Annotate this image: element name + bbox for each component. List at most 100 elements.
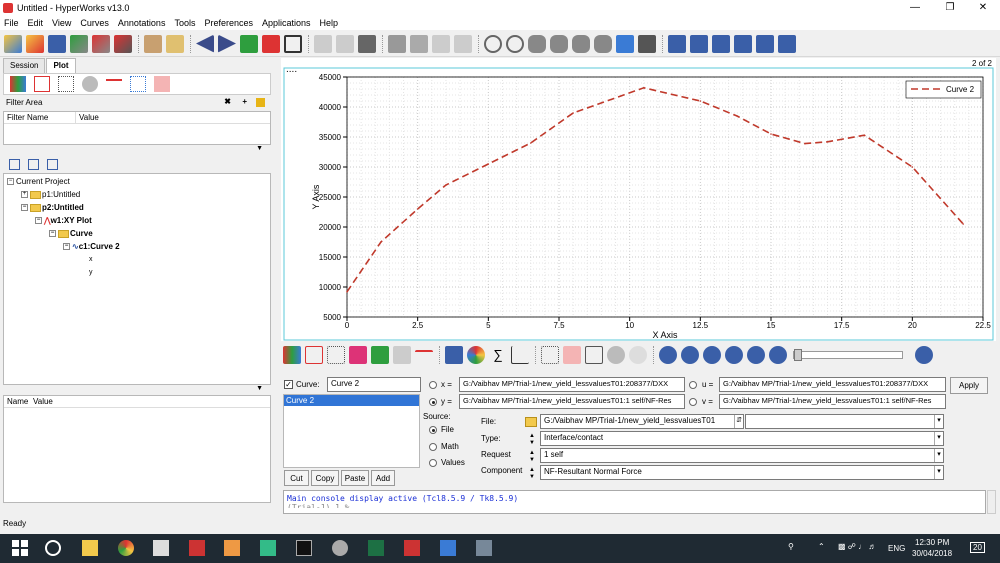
clock-time[interactable]: 12:30 PM — [915, 538, 949, 547]
datum-icon[interactable] — [58, 76, 74, 92]
show-hidden-icons-icon[interactable]: ⌃ — [818, 542, 825, 551]
add-curve-icon[interactable] — [371, 346, 389, 364]
clear-filter-icon[interactable]: ✖ — [224, 97, 231, 106]
menu-help[interactable]: Help — [320, 18, 339, 28]
slider-thumb[interactable] — [794, 349, 802, 361]
play-icon[interactable] — [725, 346, 743, 364]
previous-page-icon[interactable] — [196, 34, 214, 53]
color-icon[interactable] — [467, 346, 485, 364]
file-field[interactable]: G:/Vaibhav MP/Trial-1/new_yield_lessvalu… — [540, 414, 744, 429]
apply-button[interactable]: Apply — [950, 377, 988, 394]
page-layout-icon[interactable] — [284, 34, 302, 53]
animation-start-icon[interactable] — [659, 346, 677, 364]
file-explorer-icon[interactable] — [82, 540, 98, 556]
split-window-4-icon[interactable] — [734, 34, 752, 53]
step-back-icon[interactable] — [703, 346, 721, 364]
delete-page-icon[interactable] — [262, 34, 280, 53]
minimize-button[interactable]: — — [900, 0, 930, 16]
tcl-console[interactable]: Main console display active (Tcl8.5.9 / … — [283, 490, 986, 514]
curve-attributes-icon[interactable] — [327, 346, 345, 364]
save-icon[interactable] — [48, 34, 66, 53]
define-curves-icon[interactable] — [305, 346, 323, 364]
curve-list-item[interactable]: Curve 2 — [284, 395, 419, 406]
copy-button[interactable]: Copy — [311, 470, 339, 486]
file-history-dropdown[interactable]: ▾ — [745, 414, 944, 429]
measure-icon[interactable] — [594, 34, 612, 53]
curve-checkbox[interactable]: ✓ — [284, 380, 293, 389]
notes-icon[interactable] — [616, 34, 634, 53]
xy-plot[interactable]: .... 0 2.5 5 7.5 10 12.5 15 17.5 20 22.5 5000 10000 1… — [281, 58, 996, 341]
notification-icon[interactable]: 20 — [970, 542, 985, 553]
close-button[interactable]: ✕ — [968, 0, 998, 16]
split-window-3-icon[interactable] — [712, 34, 730, 53]
import-icon[interactable] — [70, 34, 88, 53]
menu-preferences[interactable]: Preferences — [204, 18, 253, 28]
chrome-icon[interactable] — [118, 540, 134, 556]
add-button[interactable]: Add — [371, 470, 395, 486]
statistics-icon[interactable]: ∑ — [489, 346, 507, 364]
notes-tool-icon[interactable] — [607, 346, 625, 364]
datum-lines-icon[interactable] — [445, 346, 463, 364]
split-window-5-icon[interactable] — [756, 34, 774, 53]
animation-slider[interactable] — [793, 349, 903, 361]
menu-edit[interactable]: Edit — [28, 18, 44, 28]
source-file-radio[interactable] — [429, 426, 437, 434]
zoom-fit-icon[interactable] — [506, 34, 524, 53]
plot-browser-icon[interactable] — [10, 76, 26, 92]
split-window-2-icon[interactable] — [690, 34, 708, 53]
add-filter-icon[interactable]: + — [242, 97, 247, 106]
u-vector-field[interactable]: G:/Vaibhav MP/Trial-1/new_yield_lessvalu… — [719, 377, 946, 392]
split-window-6-icon[interactable] — [778, 34, 796, 53]
user-icon[interactable] — [144, 34, 162, 53]
photos-icon[interactable] — [476, 540, 492, 556]
open-file-icon[interactable] — [525, 417, 537, 427]
menu-tools[interactable]: Tools — [174, 18, 195, 28]
type-stepper-icon[interactable]: ▲ ▼ — [529, 433, 538, 447]
folder-icon[interactable] — [166, 34, 184, 53]
copy-icon[interactable] — [410, 34, 428, 53]
menu-applications[interactable]: Applications — [262, 18, 311, 28]
request-stepper-icon[interactable]: ▲ ▼ — [529, 450, 538, 464]
source-math-radio[interactable] — [429, 443, 437, 451]
axis-icon[interactable] — [106, 79, 122, 95]
request-dropdown[interactable]: 1 self ▾ — [540, 448, 944, 463]
tree-item-y[interactable]: y — [7, 266, 267, 279]
hyperworks-taskbar-icon[interactable] — [189, 540, 205, 556]
hypermesh-taskbar-icon[interactable] — [224, 540, 240, 556]
axes-icon[interactable] — [415, 350, 433, 368]
tree-item-x[interactable]: x — [7, 253, 267, 266]
v-radio[interactable] — [689, 398, 697, 406]
next-page-icon[interactable] — [218, 34, 236, 53]
zoom-icon[interactable] — [484, 34, 502, 53]
rotate-icon[interactable] — [550, 34, 568, 53]
tree-item-w1[interactable]: − ⋀w1:XY Plot — [7, 214, 267, 227]
cut-icon[interactable] — [388, 34, 406, 53]
publish-icon[interactable] — [114, 34, 132, 53]
command-prompt-icon[interactable] — [296, 540, 312, 556]
start-button-icon[interactable] — [12, 540, 28, 556]
grid-icon[interactable] — [130, 76, 146, 92]
restore-button[interactable]: ❐ — [935, 0, 965, 16]
new-session-icon[interactable] — [4, 34, 22, 53]
animation-settings-icon[interactable] — [915, 346, 933, 364]
cut-button[interactable]: Cut — [284, 470, 309, 486]
tree-item-curve-folder[interactable]: − Curve — [7, 227, 267, 240]
x-radio[interactable] — [429, 381, 437, 389]
language-indicator[interactable]: ENG — [888, 544, 905, 553]
rewind-icon[interactable] — [681, 346, 699, 364]
app-icon[interactable] — [332, 540, 348, 556]
curve-icon[interactable] — [34, 76, 50, 92]
note-icon[interactable] — [82, 76, 98, 92]
browser-config-icon[interactable] — [47, 158, 58, 170]
tree-item-c1[interactable]: − ∿c1:Curve 2 — [7, 240, 267, 253]
curve-math-icon[interactable] — [349, 346, 367, 364]
y-vector-field[interactable]: G:/Vaibhav MP/Trial-1/new_yield_lessvalu… — [459, 394, 685, 409]
menu-curves[interactable]: Curves — [80, 18, 109, 28]
app-icon[interactable] — [260, 540, 276, 556]
tree-item-p2[interactable]: − p2:Untitled — [7, 201, 267, 214]
menu-file[interactable]: File — [4, 18, 19, 28]
search-icon[interactable] — [45, 540, 61, 556]
people-icon[interactable]: ⚲ — [788, 542, 794, 551]
x-vector-field[interactable]: G:/Vaibhav MP/Trial-1/new_yield_lessvalu… — [459, 377, 685, 392]
menu-view[interactable]: View — [52, 18, 71, 28]
